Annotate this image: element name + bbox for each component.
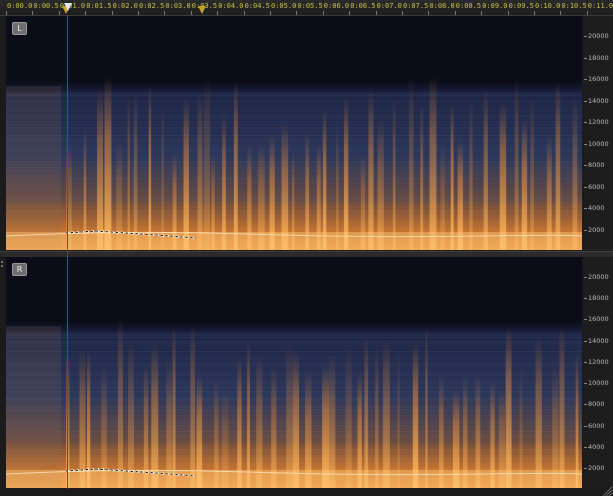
frequency-scale-label: 16000 (588, 315, 609, 324)
time-ruler[interactable]: 0:00.0 0:00.5 0:01.0 0:01.5 0:02.0 0:02.5 0:03… (0, 0, 613, 16)
ruler-tick-label: 0:05.5 (297, 2, 323, 10)
ruler-tick-mark (111, 11, 113, 15)
frequency-scale-label: 2000 (588, 464, 605, 472)
frequency-scale-tick (584, 122, 587, 124)
frequency-scale-tick (584, 277, 587, 278)
ruler-tick-mark (6, 11, 7, 15)
channel-label-left[interactable]: L (12, 22, 27, 35)
ruler-tick-label: 0:02.5 (139, 2, 165, 10)
frequency-scale-tick (584, 361, 587, 363)
ruler-tick-mark (243, 11, 245, 15)
ruler-tick-label: 0:08.0 (429, 2, 455, 10)
frequency-scale-label: 18000 (588, 294, 609, 303)
frequency-scale-right: 20000 18000 16000 14000 12000 10000 8000 6000 40… (584, 257, 613, 488)
ruler-tick-mark (190, 11, 192, 15)
ruler-tick-label: 0:04.0 (218, 2, 244, 10)
ruler-tick-mark (85, 11, 87, 15)
frequency-scale-label: 8000 (588, 400, 605, 409)
frequency-scale-label: 14000 (588, 336, 609, 345)
ruler-tick-label: 0:07.0 (376, 2, 402, 10)
ruler-tick-mark (428, 11, 430, 15)
frequency-scale-label: 12000 (588, 118, 609, 127)
frequency-scale-tick (584, 57, 587, 59)
frequency-scale-tick (584, 468, 587, 469)
ruler-tick-mark (296, 11, 298, 15)
frequency-scale-label: 20000 (588, 273, 609, 281)
frequency-scale-label: 10000 (588, 139, 609, 148)
divider-grip-icon[interactable] (1, 261, 4, 273)
ruler-tick-mark (481, 11, 483, 15)
channel-label-right[interactable]: R (12, 263, 27, 276)
ruler-tick-label: 0:11.0 (587, 2, 613, 10)
frequency-scale-tick (584, 143, 587, 145)
frequency-scale-tick (584, 319, 587, 321)
ruler-tick-label: 0:02.0 (112, 2, 138, 10)
frequency-scale-label: 2000 (588, 226, 605, 234)
ruler-tick-label: 0:09.5 (508, 2, 534, 10)
ruler-tick-mark (349, 11, 351, 15)
ruler-tick-label: 0:09.0 (482, 2, 508, 10)
ruler-tick-mark (507, 11, 509, 15)
playhead-line[interactable] (67, 15, 68, 489)
frequency-scale-tick (584, 446, 587, 448)
frequency-scale-tick (584, 36, 587, 37)
ruler-tick-mark (32, 11, 34, 15)
resize-grip-icon[interactable] (597, 486, 613, 496)
frequency-scale-tick (584, 100, 587, 102)
selection-end-marker[interactable] (198, 6, 206, 14)
frequency-scale-label: 4000 (588, 442, 605, 451)
ruler-tick-mark (402, 11, 403, 15)
ruler-tick-mark (534, 11, 535, 15)
frequency-scale-tick (584, 340, 587, 342)
frequency-scale-tick (584, 79, 587, 81)
ruler-tick-label: 0:00.0 (7, 2, 33, 10)
frequency-scale-label: 18000 (588, 53, 609, 62)
frequency-scale-label: 8000 (588, 161, 605, 170)
frequency-scale-label: 10000 (588, 379, 609, 388)
ruler-tick-label: 0:00.5 (33, 2, 59, 10)
ruler-tick-mark (586, 11, 588, 15)
frequency-scale-tick (584, 404, 587, 406)
frequency-scale-label: 4000 (588, 204, 605, 213)
frequency-scale-label: 14000 (588, 96, 609, 105)
ruler-tick-mark (560, 11, 562, 15)
frequency-scale-label: 6000 (588, 182, 605, 191)
spectrogram-left-image (6, 16, 582, 250)
frequency-scale-tick (584, 165, 587, 167)
ruler-tick-label: 0:06.5 (350, 2, 376, 10)
playhead-marker-icon[interactable] (64, 3, 72, 11)
ruler-tick-label: 0:08.5 (455, 2, 482, 10)
frequency-scale-label: 20000 (588, 32, 609, 40)
spectrogram-left-channel[interactable]: L (6, 16, 582, 250)
frequency-scale-left: 20000 18000 16000 14000 12000 10000 8000 6000 40… (584, 16, 613, 250)
ruler-tick-label: 0:10.0 (535, 2, 561, 10)
spectrogram-right-channel[interactable]: R (6, 257, 582, 488)
ruler-tick-mark (217, 11, 219, 15)
ruler-tick-label: 0:07.5 (403, 2, 429, 10)
frequency-scale-tick (584, 208, 587, 210)
ruler-tick-label: 0:01.5 (86, 2, 112, 10)
frequency-scale-tick (584, 425, 587, 427)
ruler-tick-label: 0:10.5 (561, 2, 587, 10)
ruler-tick-label: 0:03.0 (165, 2, 191, 10)
frequency-scale-tick (584, 186, 587, 188)
ruler-tick-mark (138, 11, 139, 15)
frequency-scale-tick (584, 230, 587, 231)
ruler-tick-mark (58, 11, 60, 15)
audio-editor-spectral-view: 0:00.0 0:00.5 0:01.0 0:01.5 0:02.0 0:02.5 0:03… (0, 0, 613, 496)
frequency-scale-label: 16000 (588, 75, 609, 84)
frequency-scale-tick (584, 298, 587, 300)
spectrogram-right-image (6, 257, 582, 488)
ruler-tick-mark (375, 11, 377, 15)
frequency-scale-label: 12000 (588, 357, 609, 366)
ruler-tick-mark (164, 11, 166, 15)
ruler-tick-mark (322, 11, 324, 15)
ruler-tick-label: 0:06.0 (323, 2, 350, 10)
frequency-scale-label: 6000 (588, 421, 605, 430)
ruler-tick-label: 0:04.5 (244, 2, 270, 10)
ruler-tick-label: 0:05.0 (271, 2, 297, 10)
frequency-scale-tick (584, 383, 587, 385)
ruler-tick-mark (454, 11, 456, 15)
ruler-tick-mark (270, 11, 271, 15)
